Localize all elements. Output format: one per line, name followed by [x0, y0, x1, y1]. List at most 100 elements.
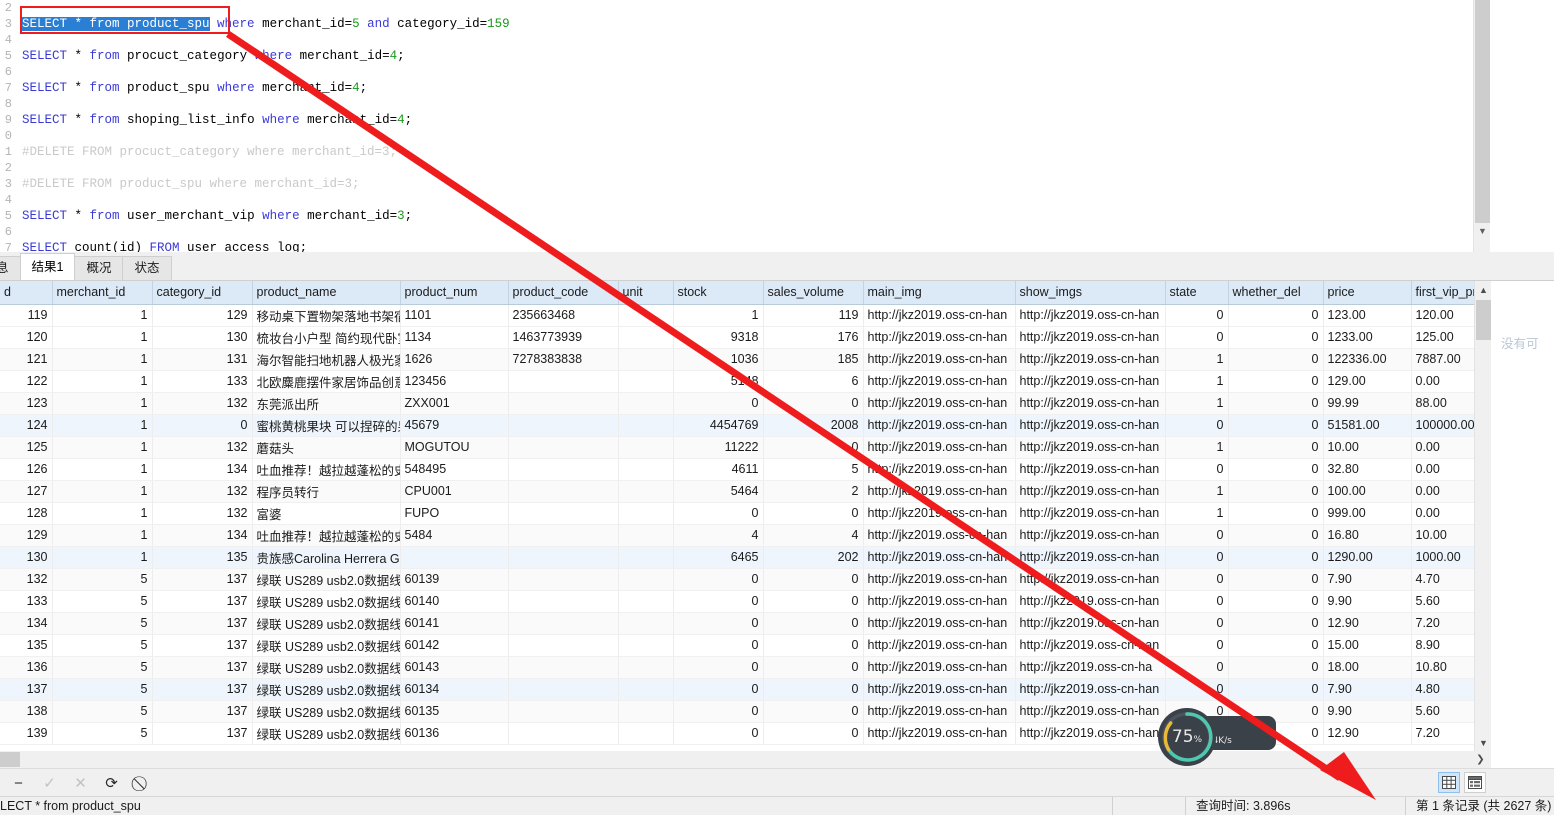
cell-product_name[interactable]: 绿联 US289 usb2.0数据线	[252, 722, 401, 745]
cell-first_vip_price[interactable]: 10.80	[1411, 656, 1482, 679]
column-header-merchant_id[interactable]: merchant_id	[52, 281, 153, 305]
code-line[interactable]	[14, 64, 1473, 80]
cell-price[interactable]: 99.99	[1323, 392, 1412, 415]
cell-state[interactable]: 0	[1165, 634, 1229, 657]
cell-merchant_id[interactable]: 1	[52, 304, 153, 327]
cell-unit[interactable]	[618, 436, 674, 459]
cell-show_imgs[interactable]: http://jkz2019.oss-cn-han	[1015, 304, 1166, 327]
table-row[interactable]: 128 1 132 富婆 FUPO 0 0 http://jkz2019.oss-cn-han…	[0, 502, 1482, 525]
cell-unit[interactable]	[618, 458, 674, 481]
cell-first_vip_price[interactable]: 0.00	[1411, 458, 1482, 481]
cell-price[interactable]: 1290.00	[1323, 546, 1412, 569]
chevron-right-icon[interactable]: ❯	[1472, 751, 1489, 768]
cell-id[interactable]: 135	[0, 634, 53, 657]
cell-main_img[interactable]: http://jkz2019.oss-cn-han	[863, 656, 1016, 679]
cell-merchant_id[interactable]: 1	[52, 326, 153, 349]
cell-first_vip_price[interactable]: 0.00	[1411, 370, 1482, 393]
cell-price[interactable]: 51581.00	[1323, 414, 1412, 437]
cell-merchant_id[interactable]: 1	[52, 524, 153, 547]
cell-show_imgs[interactable]: http://jkz2019.oss-cn-han	[1015, 458, 1166, 481]
cell-id[interactable]: 127	[0, 480, 53, 503]
cell-product_code[interactable]	[508, 414, 619, 437]
table-row[interactable]: 123 1 132 东莞派出所 ZXX001 0 0 http://jkz2019.oss-c…	[0, 392, 1482, 415]
cell-sales_volume[interactable]: 176	[763, 326, 864, 349]
cell-product_num[interactable]: 60136	[400, 722, 509, 745]
cell-main_img[interactable]: http://jkz2019.oss-cn-han	[863, 436, 1016, 459]
cell-show_imgs[interactable]: http://jkz2019.oss-cn-han	[1015, 326, 1166, 349]
cell-category_id[interactable]: 132	[152, 502, 253, 525]
cell-product_code[interactable]	[508, 502, 619, 525]
cell-main_img[interactable]: http://jkz2019.oss-cn-han	[863, 304, 1016, 327]
cell-product_name[interactable]: 绿联 US289 usb2.0数据线	[252, 568, 401, 591]
cell-product_name[interactable]: 梳妆台小户型 简约现代卧室	[252, 326, 401, 349]
cell-show_imgs[interactable]: http://jkz2019.oss-cn-han	[1015, 502, 1166, 525]
cell-stock[interactable]: 0	[673, 722, 764, 745]
cell-price[interactable]: 9.90	[1323, 590, 1412, 613]
cell-sales_volume[interactable]: 4	[763, 524, 864, 547]
cell-unit[interactable]	[618, 700, 674, 723]
cell-id[interactable]: 133	[0, 590, 53, 613]
cell-unit[interactable]	[618, 524, 674, 547]
cell-whether_del[interactable]: 0	[1228, 634, 1324, 657]
code-line[interactable]: SELECT * from shoping_list_info where me…	[14, 112, 1473, 128]
code-line[interactable]	[14, 160, 1473, 176]
cell-merchant_id[interactable]: 5	[52, 700, 153, 723]
cell-show_imgs[interactable]: http://jkz2019.oss-cn-han	[1015, 392, 1166, 415]
cell-product_name[interactable]: 蘑菇头	[252, 436, 401, 459]
cell-sales_volume[interactable]: 185	[763, 348, 864, 371]
cell-price[interactable]: 18.00	[1323, 656, 1412, 679]
cell-sales_volume[interactable]: 0	[763, 590, 864, 613]
cell-state[interactable]: 0	[1165, 568, 1229, 591]
cell-product_num[interactable]: 60134	[400, 678, 509, 701]
code-line[interactable]	[14, 32, 1473, 48]
cell-product_code[interactable]	[508, 656, 619, 679]
cell-product_name[interactable]: 绿联 US289 usb2.0数据线	[252, 700, 401, 723]
cell-state[interactable]: 0	[1165, 678, 1229, 701]
code-line[interactable]	[14, 224, 1473, 240]
cell-merchant_id[interactable]: 5	[52, 678, 153, 701]
cell-state[interactable]: 0	[1165, 326, 1229, 349]
cell-stock[interactable]: 0	[673, 700, 764, 723]
table-row[interactable]: 125 1 132 蘑菇头 MOGUTOU 11222 0 http://jkz2019.os…	[0, 436, 1482, 459]
cell-unit[interactable]	[618, 392, 674, 415]
cell-unit[interactable]	[618, 304, 674, 327]
cell-merchant_id[interactable]: 5	[52, 568, 153, 591]
code-line[interactable]: #DELETE FROM product_spu where merchant_…	[14, 176, 1473, 192]
cell-main_img[interactable]: http://jkz2019.oss-cn-han	[863, 568, 1016, 591]
cell-price[interactable]: 7.90	[1323, 678, 1412, 701]
cell-product_num[interactable]: 1101	[400, 304, 509, 327]
cell-product_name[interactable]: 程序员转行	[252, 480, 401, 503]
column-header-first_vip_price[interactable]: first_vip_pri	[1411, 281, 1482, 305]
cell-category_id[interactable]: 133	[152, 370, 253, 393]
code-line[interactable]: SELECT * from user_merchant_vip where me…	[14, 208, 1473, 224]
cell-show_imgs[interactable]: http://jkz2019.oss-cn-han	[1015, 722, 1166, 745]
cell-product_code[interactable]	[508, 370, 619, 393]
cell-category_id[interactable]: 135	[152, 546, 253, 569]
cell-merchant_id[interactable]: 5	[52, 634, 153, 657]
code-line[interactable]: SELECT * from product_spu where merchant…	[14, 80, 1473, 96]
cell-stock[interactable]: 6465	[673, 546, 764, 569]
column-header-stock[interactable]: stock	[673, 281, 764, 305]
system-monitor-widget[interactable]: ▲ ▼ 0.4K/s 75%	[1158, 708, 1278, 766]
cell-show_imgs[interactable]: http://jkz2019.oss-cn-han	[1015, 370, 1166, 393]
cell-product_code[interactable]	[508, 546, 619, 569]
cell-price[interactable]: 1233.00	[1323, 326, 1412, 349]
cell-main_img[interactable]: http://jkz2019.oss-cn-han	[863, 370, 1016, 393]
cell-category_id[interactable]: 132	[152, 480, 253, 503]
cell-show_imgs[interactable]: http://jkz2019.oss-cn-han	[1015, 348, 1166, 371]
chevron-down-icon[interactable]: ▼	[1475, 734, 1492, 751]
table-row[interactable]: 1221133北欧麋鹿摆件家居饰品创意现12345651486http://jk…	[0, 370, 1482, 393]
cell-main_img[interactable]: http://jkz2019.oss-cn-han	[863, 634, 1016, 657]
cell-product_code[interactable]	[508, 590, 619, 613]
cell-stock[interactable]: 0	[673, 502, 764, 525]
grid-vertical-scrollbar[interactable]: ▲ ▼	[1474, 281, 1491, 751]
cell-sales_volume[interactable]: 119	[763, 304, 864, 327]
cell-stock[interactable]: 0	[673, 678, 764, 701]
cell-product_code[interactable]: 235663468	[508, 304, 619, 327]
cell-first_vip_price[interactable]: 5.60	[1411, 590, 1482, 613]
sql-editor[interactable]: 2 3 4 5 6 7 8 9 0 1 2 3 4 5 6 7 SELECT * from product_s…	[0, 0, 1554, 252]
cell-sales_volume[interactable]: 0	[763, 436, 864, 459]
table-row[interactable]: 132 5 137 绿联 US289 usb2.0数据线 60139 0 0 http://j…	[0, 568, 1482, 591]
cell-id[interactable]: 137	[0, 678, 53, 701]
cell-id[interactable]: 123	[0, 392, 53, 415]
